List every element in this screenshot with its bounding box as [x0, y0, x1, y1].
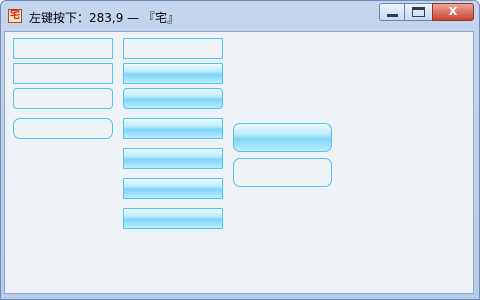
button-gradient-2[interactable] — [123, 88, 223, 109]
button-large-gradient[interactable] — [233, 123, 332, 152]
title-bar[interactable]: 宅 左键按下：283,9 — 『宅』 X — [1, 1, 479, 31]
button-plain-3[interactable] — [123, 38, 223, 59]
button-gradient-4[interactable] — [123, 148, 223, 169]
close-button[interactable]: X — [432, 3, 474, 21]
maximize-button[interactable] — [404, 3, 433, 21]
button-gradient-5[interactable] — [123, 178, 223, 199]
application-window: 宅 左键按下：283,9 — 『宅』 X — [0, 0, 480, 300]
maximize-icon — [412, 7, 425, 17]
close-icon: X — [448, 5, 458, 18]
button-plain-2[interactable] — [13, 63, 113, 84]
minimize-button[interactable] — [379, 3, 405, 21]
minimize-icon — [387, 14, 398, 17]
button-plain-1[interactable] — [13, 38, 113, 59]
button-rounded-2[interactable] — [13, 118, 113, 139]
client-area — [4, 31, 474, 294]
button-rounded-1[interactable] — [13, 88, 113, 109]
button-gradient-6[interactable] — [123, 208, 223, 229]
button-gradient-1[interactable] — [123, 63, 223, 84]
app-icon[interactable]: 宅 — [8, 9, 22, 23]
button-gradient-3[interactable] — [123, 118, 223, 139]
window-title: 左键按下：283,9 — 『宅』 — [29, 11, 179, 25]
button-large-plain[interactable] — [233, 158, 332, 187]
